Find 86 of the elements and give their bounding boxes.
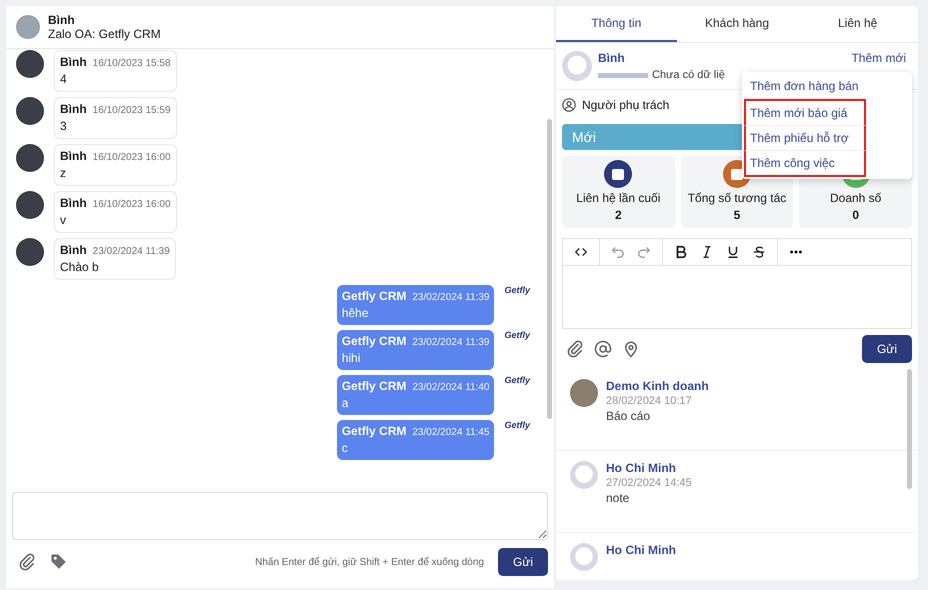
menu-item[interactable]: Thêm đơn hàng bán (744, 74, 866, 99)
logo: Getfly (504, 420, 530, 430)
contact-detail: Chưa có dữ liệ (652, 69, 725, 81)
comment-author[interactable]: Ho Chi Minh (606, 543, 676, 557)
sender-name: Bình (60, 243, 87, 257)
sender-name: Getfly CRM (342, 289, 406, 303)
avatar-placeholder (16, 144, 44, 172)
user-icon (562, 98, 576, 112)
menu-item[interactable]: Thêm phiếu hỗ trợ (744, 126, 866, 151)
avatar-placeholder (16, 238, 44, 266)
contact-name[interactable]: Bình (598, 51, 725, 65)
send-button[interactable]: Gửi (862, 335, 912, 363)
sender-name: Getfly CRM (342, 424, 406, 438)
scrollbar[interactable] (907, 369, 912, 489)
avatar-placeholder (16, 50, 44, 78)
comment-author[interactable]: Demo Kinh doanh (606, 379, 709, 393)
paperclip-icon[interactable] (18, 553, 36, 571)
message-time: 16/10/2023 16:00 (92, 199, 171, 210)
avatar-icon (570, 543, 598, 571)
tab[interactable]: Liên hệ (797, 6, 918, 42)
comment-time: 27/02/2024 14:45 (606, 477, 692, 489)
avatar-placeholder (16, 97, 44, 125)
undo-icon[interactable] (611, 245, 625, 259)
message-time: 23/02/2024 11:39 (92, 246, 170, 257)
message-text: hêhe (342, 306, 370, 320)
message-input[interactable] (12, 492, 548, 540)
sender-name: Bình (60, 149, 87, 163)
message-text: z (60, 166, 67, 180)
send-button[interactable]: Gửi (498, 548, 548, 576)
stat-value: 5 (734, 208, 740, 222)
stat-value: 0 (852, 208, 860, 222)
code-view-icon[interactable] (574, 245, 588, 259)
tab[interactable]: Khách hàng (676, 6, 798, 42)
paperclip-icon[interactable] (566, 340, 584, 358)
message-time: 16/10/2023 15:58 (92, 58, 171, 69)
logo: Getfly (504, 285, 530, 295)
at-sign-icon[interactable] (594, 340, 612, 358)
message-text: v (60, 213, 67, 227)
message-text: hihi (342, 351, 362, 365)
message-time: 16/10/2023 15:59 (92, 105, 171, 116)
comment-time: 28/02/2024 10:17 (606, 395, 693, 407)
logo: Getfly (504, 330, 530, 340)
message-time: 23/02/2024 11:40 (412, 382, 490, 393)
scrollbar[interactable] (547, 119, 552, 419)
avatar-icon (562, 51, 592, 81)
avatar-icon (570, 461, 598, 489)
sender-name: Bình (60, 102, 87, 116)
location-pin-icon[interactable] (622, 340, 640, 358)
message-time: 23/02/2024 11:45 (412, 427, 490, 438)
message-time: 23/02/2024 11:39 (412, 292, 490, 303)
underline-icon[interactable] (726, 245, 740, 259)
sender-name: Bình (60, 196, 87, 210)
avatar-placeholder (16, 15, 40, 39)
tab[interactable]: Thông tin (556, 6, 677, 42)
message-text: 4 (60, 72, 68, 86)
message-text: Chào b (60, 260, 100, 274)
message-text: c (342, 441, 349, 455)
hint-text: Nhấn Enter để gửi, giữ Shift + Enter để xuống dòng (255, 556, 484, 568)
comment-author[interactable]: Ho Chi Minh (606, 461, 692, 475)
sender-name: Getfly CRM (342, 334, 406, 348)
sender-name: Bình (60, 55, 87, 69)
tag-icon[interactable] (50, 553, 68, 571)
strikethrough-icon[interactable] (752, 245, 766, 259)
photo-placeholder (570, 379, 598, 407)
add-new-link[interactable]: Thêm mới (851, 51, 912, 65)
message-time: 23/02/2024 11:39 (412, 337, 490, 348)
sender-name: Getfly CRM (342, 379, 406, 393)
redacted-block (598, 72, 648, 78)
contact-subtitle: Zalo OA: Getfly CRM (48, 27, 161, 41)
message-text: 3 (60, 119, 68, 133)
avatar-placeholder (16, 191, 44, 219)
contact-name: Bình (48, 13, 76, 27)
message-time: 16/10/2023 16:00 (92, 152, 171, 163)
comment-text: Báo cáo (606, 409, 652, 423)
stat-label: Liên hệ lần cuối (576, 191, 660, 205)
owner-label: Người phụ trách (582, 98, 670, 112)
bold-icon[interactable] (674, 245, 688, 259)
comment-text: note (606, 491, 630, 505)
redo-icon[interactable] (637, 245, 651, 259)
stat-label: Tổng số tương tác (688, 191, 786, 205)
message-text: a (342, 396, 350, 410)
menu-item[interactable]: Thêm công việc (744, 151, 866, 177)
menu-item[interactable]: Thêm mới báo giá (744, 99, 866, 126)
stat-label: Doanh số (830, 191, 882, 205)
logo: Getfly (504, 375, 530, 385)
stat-value: 2 (614, 208, 622, 222)
